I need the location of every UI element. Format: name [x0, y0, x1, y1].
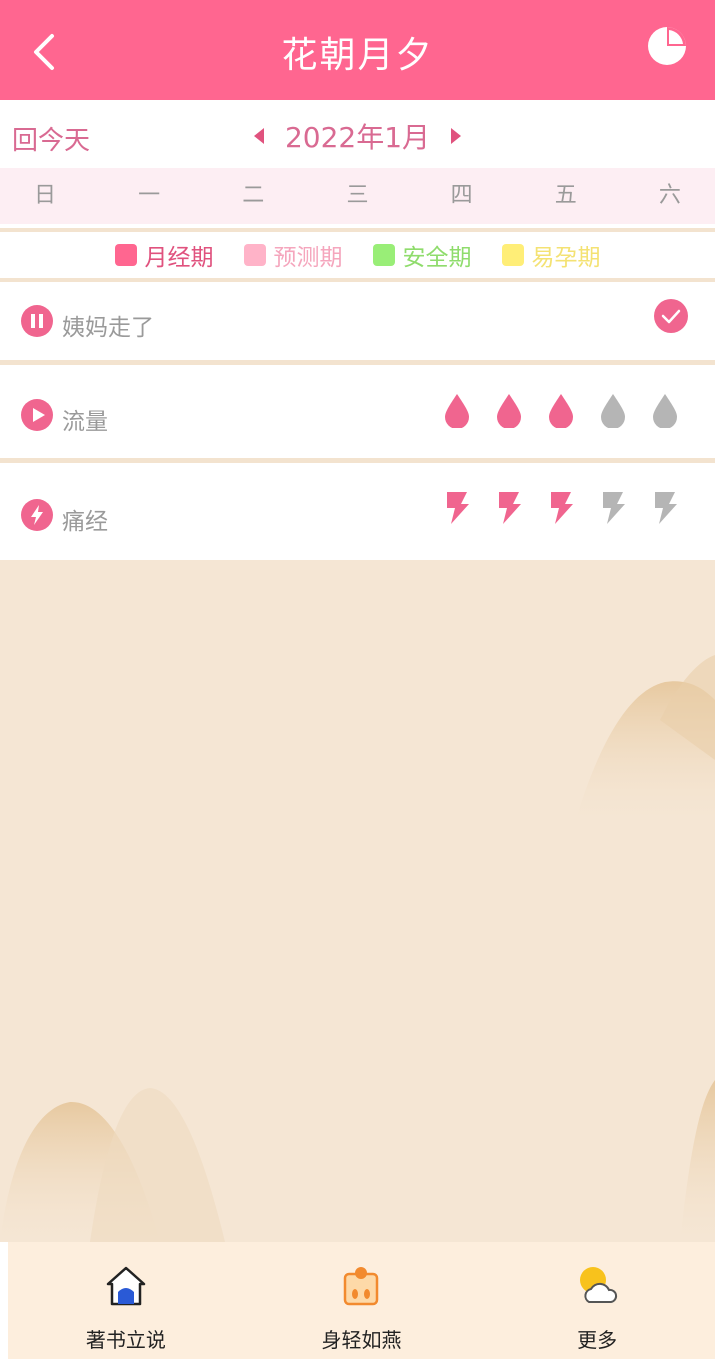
legend-safe: 安全期 [372, 238, 472, 272]
legend-fertile: 易孕期 [501, 238, 601, 272]
legend-swatch [501, 244, 524, 266]
bolt-icon[interactable] [599, 490, 627, 526]
flow-row: 流量 [0, 368, 715, 463]
pie-chart-icon[interactable] [645, 24, 689, 68]
period-end-row: 姨妈走了 [0, 282, 715, 365]
pause-icon [21, 305, 53, 337]
weekday-label: 三 [346, 183, 369, 208]
weekday-label: 四 [450, 183, 473, 208]
pain-level-selector[interactable] [443, 490, 679, 526]
legend-swatch [114, 244, 137, 266]
flow-level-selector[interactable] [443, 392, 679, 428]
bolt-icon[interactable] [651, 490, 679, 526]
drop-icon[interactable] [599, 392, 627, 428]
weather-icon [580, 1267, 618, 1303]
pain-label: 痛经 [62, 509, 108, 535]
check-icon[interactable] [653, 298, 689, 334]
tab-label: 更多 [577, 1328, 618, 1352]
cycle-legend: 月经期 预测期 安全期 易孕期 [0, 228, 715, 282]
triangle-right-icon[interactable] [449, 126, 463, 146]
lightning-icon [21, 499, 53, 531]
bolt-icon[interactable] [495, 490, 523, 526]
weekday-label: 六 [658, 183, 681, 208]
legend-swatch [372, 244, 395, 266]
weekday-header: 日 一 二 三 四 五 六 [0, 168, 715, 224]
month-navigator: 2022年1月 [0, 116, 715, 156]
bottom-tab-bar: 著书立说 身轻如燕 更多 [8, 1242, 715, 1359]
bolt-icon[interactable] [547, 490, 575, 526]
period-end-label: 姨妈走了 [62, 315, 154, 341]
tab-label: 著书立说 [85, 1328, 166, 1352]
decorative-background [0, 560, 715, 1242]
drop-icon[interactable] [443, 392, 471, 428]
play-icon [21, 399, 53, 431]
pain-row: 痛经 [0, 466, 715, 556]
weekday-label: 二 [242, 183, 265, 208]
page-title: 花朝月夕 [281, 35, 434, 76]
flow-label: 流量 [62, 409, 108, 435]
drop-icon[interactable] [547, 392, 575, 428]
legend-swatch [243, 244, 266, 266]
tab-label: 身轻如燕 [321, 1328, 402, 1352]
house-icon [106, 1266, 146, 1306]
scale-icon [344, 1267, 379, 1306]
weekday-label: 五 [554, 183, 577, 208]
weekday-label: 日 [33, 183, 56, 208]
drop-icon[interactable] [651, 392, 679, 428]
drop-icon[interactable] [495, 392, 523, 428]
bolt-icon[interactable] [443, 490, 471, 526]
tab-weight[interactable]: 身轻如燕 [261, 1242, 461, 1353]
mountains-illustration [0, 655, 715, 1242]
legend-period: 月经期 [114, 238, 214, 272]
app-header: 花朝月夕 [0, 0, 715, 100]
month-bar: 回今天 2022年1月 [0, 100, 715, 168]
current-month: 2022年1月 [284, 121, 431, 154]
tab-more[interactable]: 更多 [497, 1242, 697, 1353]
legend-predicted: 预测期 [243, 238, 343, 272]
tab-writing[interactable]: 著书立说 [26, 1242, 226, 1353]
weekday-label: 一 [138, 183, 161, 208]
triangle-left-icon[interactable] [252, 126, 266, 146]
